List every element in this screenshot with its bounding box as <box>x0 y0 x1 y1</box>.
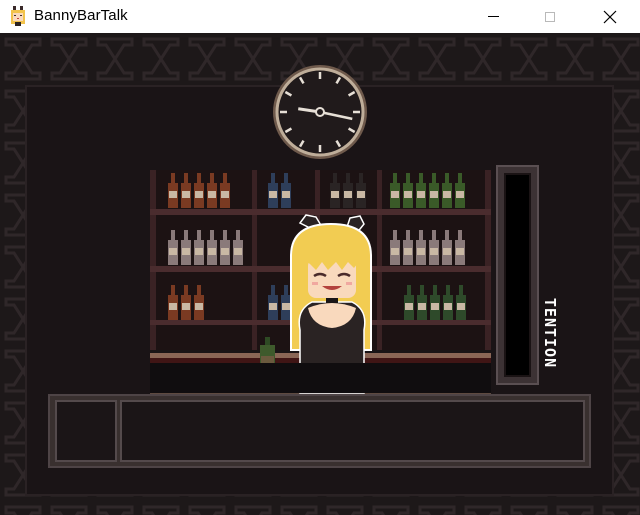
bottle-neck <box>459 285 463 295</box>
bottle-label <box>457 303 465 310</box>
bottle-label <box>331 191 339 198</box>
bottle-neck <box>406 230 410 240</box>
maximize-icon <box>545 11 555 22</box>
bottle-label <box>405 303 413 310</box>
bottle-neck <box>197 173 201 183</box>
bottle-neck <box>458 230 462 240</box>
bottle-label <box>404 191 412 198</box>
bottle-label <box>444 303 452 310</box>
bottle-label <box>195 248 203 255</box>
close-button[interactable] <box>587 0 633 33</box>
bottle-neck <box>420 285 424 295</box>
bottle-label <box>357 191 365 198</box>
bottle-label <box>443 191 451 198</box>
bottle-label <box>417 248 425 255</box>
bottle-neck <box>171 285 175 295</box>
tension-meter <box>496 165 539 385</box>
bottle-label <box>182 303 190 310</box>
bottle-label <box>456 191 464 198</box>
close-icon <box>603 10 617 23</box>
wall-clock <box>273 65 367 159</box>
bottle-label <box>282 303 290 310</box>
dialogue-box[interactable] <box>48 394 591 468</box>
bottle-neck <box>271 173 275 183</box>
bottle-neck <box>419 230 423 240</box>
bottle-label <box>195 191 203 198</box>
bottle-neck <box>184 230 188 240</box>
minimize-icon <box>487 16 499 17</box>
tension-label: TENTION <box>539 283 561 383</box>
bottle-label <box>418 303 426 310</box>
tension-meter-track <box>504 173 531 377</box>
bottle-neck <box>346 173 350 183</box>
bottle-neck <box>223 230 227 240</box>
window-titlebar[interactable]: BannyBarTalk <box>0 0 640 33</box>
bottle-label <box>195 303 203 310</box>
bottle-neck <box>284 173 288 183</box>
bottle-label <box>221 248 229 255</box>
bottle-label <box>169 303 177 310</box>
bottle-neck <box>393 230 397 240</box>
bottle-neck <box>445 173 449 183</box>
bottle-neck <box>210 173 214 183</box>
bar-shelf-scene <box>150 170 491 394</box>
bottle-label <box>169 191 177 198</box>
bottle-neck <box>236 230 240 240</box>
bottle-neck <box>432 230 436 240</box>
maximize-button[interactable] <box>527 0 573 33</box>
bottle-label <box>391 191 399 198</box>
bottle-label <box>282 191 290 198</box>
bar-floor <box>150 363 491 393</box>
bottle-label <box>456 248 464 255</box>
bottle-label <box>208 191 216 198</box>
bottle-neck <box>171 230 175 240</box>
bottle-label <box>221 191 229 198</box>
bottle-neck <box>393 173 397 183</box>
bottle-neck <box>406 173 410 183</box>
bottle-neck <box>197 285 201 295</box>
bunny-girl-app-icon <box>11 6 25 26</box>
bottle-label <box>443 248 451 255</box>
bottle-neck <box>458 173 462 183</box>
bottle-label <box>417 191 425 198</box>
bottle-neck <box>407 285 411 295</box>
game-canvas[interactable]: TENTION <box>0 33 640 515</box>
bottle-neck <box>171 173 175 183</box>
bottle-neck <box>446 285 450 295</box>
tension-label-text: TENTION <box>541 297 559 369</box>
bottle-neck <box>197 230 201 240</box>
bottle-label <box>430 248 438 255</box>
bottle-neck <box>359 173 363 183</box>
bottle-neck <box>223 173 227 183</box>
speaker-name-panel <box>55 400 117 462</box>
minimize-button[interactable] <box>470 0 516 33</box>
dialogue-text-panel[interactable] <box>120 400 585 462</box>
bottle-label <box>234 248 242 255</box>
bottle-neck <box>419 173 423 183</box>
bottle-label <box>269 303 277 310</box>
bottle-neck <box>271 285 275 295</box>
bottle-label <box>391 248 399 255</box>
bottle-neck <box>284 285 288 295</box>
bottle-label <box>182 191 190 198</box>
bottle-neck <box>333 173 337 183</box>
bottle-label <box>431 303 439 310</box>
window-title: BannyBarTalk <box>34 7 128 24</box>
bottle-label <box>208 248 216 255</box>
bottle-label <box>269 191 277 198</box>
bottle-label <box>430 191 438 198</box>
bottle-neck <box>433 285 437 295</box>
bottle-label <box>344 191 352 198</box>
bottle-label <box>182 248 190 255</box>
bottle-neck <box>210 230 214 240</box>
bottle-neck <box>184 173 188 183</box>
bottle-neck <box>445 230 449 240</box>
bottle-label <box>169 248 177 255</box>
bottle-neck <box>432 173 436 183</box>
bottle-neck <box>184 285 188 295</box>
bottle-label <box>404 248 412 255</box>
